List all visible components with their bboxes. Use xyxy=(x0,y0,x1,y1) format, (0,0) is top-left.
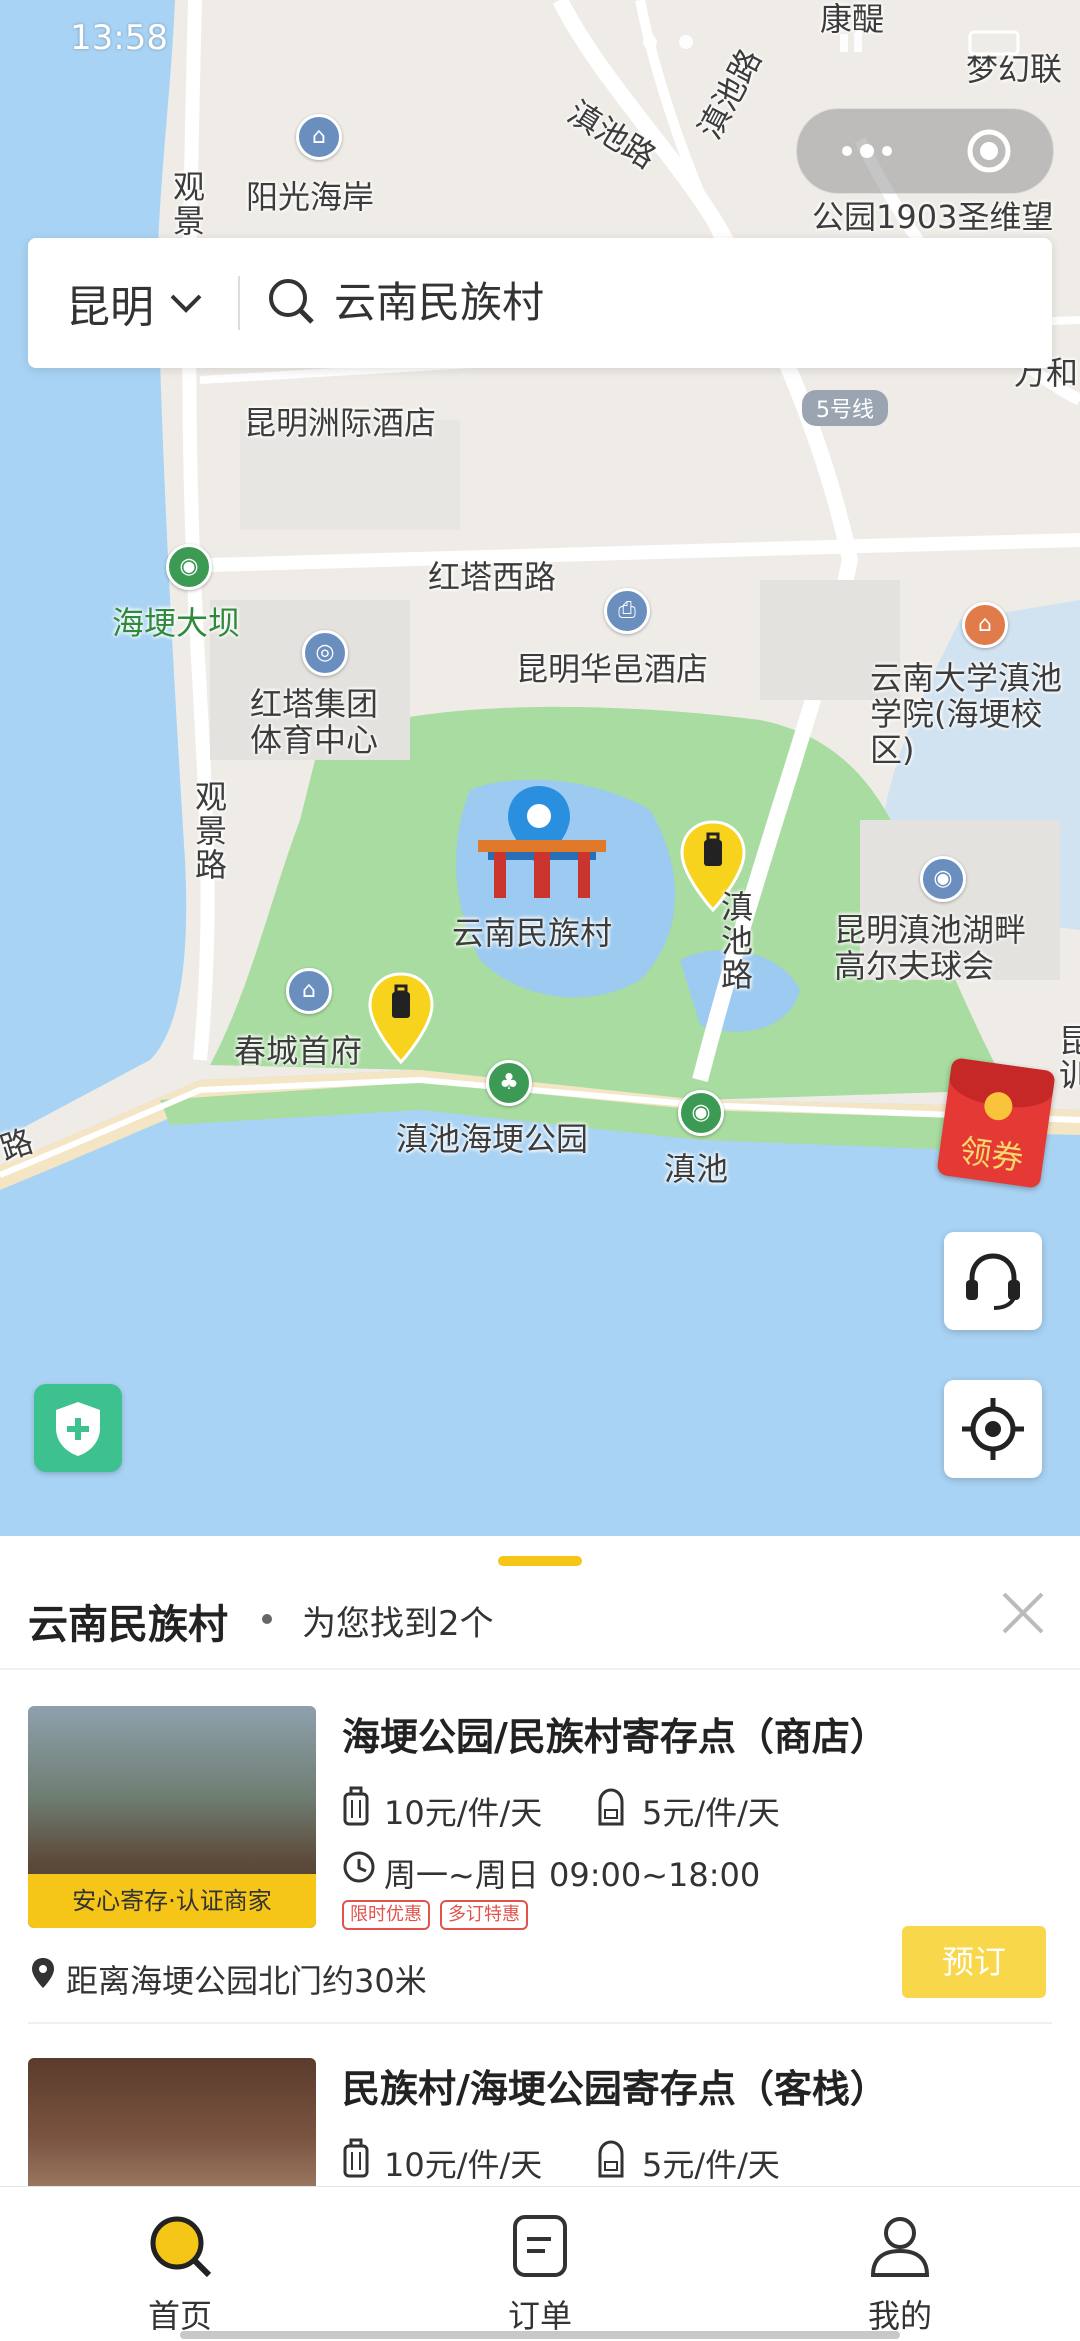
home-indicator xyxy=(180,2331,900,2339)
chevron-down-icon xyxy=(170,294,202,313)
suitcase-icon xyxy=(343,1786,369,1826)
profile-icon xyxy=(870,2217,930,2277)
nav-item-profile[interactable]: 我的 xyxy=(800,2187,1000,2337)
search-bar: 昆明 云南民族村 xyxy=(28,238,1052,368)
suitcase-icon xyxy=(343,2138,369,2178)
result-sheet: 云南民族村 为您找到2个 安心寄存·认证商家 海埂公园/民族村寄存点（商店） 1… xyxy=(0,1536,1080,2186)
location-icon xyxy=(32,1958,54,1988)
hotel-icon: ⎙ xyxy=(604,588,650,634)
divider xyxy=(238,276,240,330)
price-large: 10元/件/天 xyxy=(384,2146,543,2184)
more-icon[interactable] xyxy=(837,143,897,159)
business-hours: 周一~周日 09:00~18:00 xyxy=(384,1856,761,1894)
map-label: 公园1903圣维望 xyxy=(812,198,1054,236)
coupon-label: 领券 xyxy=(957,1131,1026,1178)
city-selector[interactable]: 昆明 xyxy=(66,276,206,333)
list-item[interactable]: 民族村/海埂公园寄存点（客栈） 10元/件/天 5元/件/天 xyxy=(0,2026,1080,2186)
price-small: 5元/件/天 xyxy=(642,2146,780,2184)
headset-icon xyxy=(966,1253,1020,1310)
result-count: 为您找到2个 xyxy=(302,1604,494,1644)
store-name: 民族村/海埂公园寄存点（客栈） xyxy=(342,2067,888,2111)
clock-icon xyxy=(343,1851,375,1883)
camera-icon: ◉ xyxy=(678,1090,724,1136)
golf-icon: ◉ xyxy=(920,856,966,902)
landmark-gate-icon xyxy=(474,830,610,900)
map-label: 云南大学滇池学院(海埂校区) xyxy=(870,659,1063,769)
map-view[interactable]: 康醍 梦幻联 滇池路 滇池路 ⌂ 阳光海岸 公园1903圣维望 观景 万和 昆明… xyxy=(0,0,1080,1540)
dot-separator xyxy=(262,1614,272,1624)
drag-handle[interactable] xyxy=(498,1556,582,1566)
customer-service-button[interactable] xyxy=(944,1232,1042,1330)
backpack-icon xyxy=(598,1788,624,1826)
price-small: 5元/件/天 xyxy=(642,1794,780,1832)
map-label: 红塔集团体育中心 xyxy=(250,685,379,759)
store-name: 海埂公园/民族村寄存点（商店） xyxy=(342,1715,888,1759)
map-label: 昆明华邑酒店 xyxy=(516,650,709,688)
status-time: 13:58 xyxy=(70,18,168,58)
shield-icon xyxy=(56,1402,100,1456)
home-search-icon xyxy=(150,2216,212,2278)
insurance-button[interactable] xyxy=(34,1384,122,1472)
order-icon xyxy=(513,2215,567,2277)
search-icon xyxy=(264,274,320,330)
house-icon: ⌂ xyxy=(286,968,332,1014)
promo-tags: 限时优惠 多订特惠 xyxy=(342,1900,538,1930)
map-label: 昆训 xyxy=(1054,1024,1080,1092)
map-label: 昆明洲际酒店 xyxy=(244,404,437,442)
metro-line-badge: 5号线 xyxy=(802,390,888,426)
map-label: 云南民族村 xyxy=(452,914,613,952)
stadium-icon: ◎ xyxy=(302,630,348,676)
map-label: 观景路 xyxy=(190,780,228,882)
sheet-title: 云南民族村 xyxy=(28,1602,228,1648)
map-label: 观景 xyxy=(168,170,206,238)
nav-item-orders[interactable]: 订单 xyxy=(440,2187,640,2337)
camera-icon: ◉ xyxy=(166,544,212,590)
map-label: 红塔西路 xyxy=(428,558,557,596)
book-button[interactable]: 预订 xyxy=(902,1926,1046,1998)
distance-text: 距离海埂公园北门约30米 xyxy=(66,1962,427,2000)
divider xyxy=(28,2022,1052,2024)
list-item[interactable]: 安心寄存·认证商家 海埂公园/民族村寄存点（商店） 10元/件/天 5元/件/天… xyxy=(0,1670,1080,2004)
bottom-nav: 首页 订单 我的 xyxy=(0,2186,1080,2341)
map-label: 昆明滇池湖畔高尔夫球会 xyxy=(834,911,1027,985)
search-input[interactable]: 云南民族村 xyxy=(334,276,544,330)
store-photo: 安心寄存·认证商家 xyxy=(28,1706,316,1928)
map-label: 阳光海岸 xyxy=(246,178,375,216)
school-icon: ⌂ xyxy=(962,602,1008,648)
close-icon[interactable] xyxy=(998,1588,1048,1638)
promo-tag: 多订特惠 xyxy=(440,1900,528,1930)
backpack-icon xyxy=(598,2140,624,2178)
promo-tag: 限时优惠 xyxy=(342,1900,430,1930)
city-label: 昆明 xyxy=(66,282,154,333)
certified-badge: 安心寄存·认证商家 xyxy=(28,1874,316,1928)
close-miniprogram-icon[interactable] xyxy=(965,127,1013,175)
map-label: 滇池路 xyxy=(716,890,754,992)
nav-item-home[interactable]: 首页 xyxy=(80,2187,280,2337)
house-icon: ⌂ xyxy=(296,114,342,160)
mini-program-capsule[interactable] xyxy=(796,108,1054,194)
map-label: 海埂大坝 xyxy=(112,604,241,642)
map-label: 滇池海埂公园 xyxy=(396,1120,589,1158)
coupon-button[interactable]: 领券 xyxy=(936,1057,1056,1189)
status-icons xyxy=(630,26,1030,58)
park-icon: ♣ xyxy=(486,1060,532,1106)
crosshair-icon xyxy=(962,1398,1024,1460)
price-large: 10元/件/天 xyxy=(384,1794,543,1832)
luggage-pin-icon[interactable] xyxy=(368,972,434,1064)
map-label: 春城首府 xyxy=(234,1032,363,1070)
store-photo xyxy=(28,2058,316,2186)
locate-me-button[interactable] xyxy=(944,1380,1042,1478)
map-label: 滇池 xyxy=(664,1150,729,1188)
